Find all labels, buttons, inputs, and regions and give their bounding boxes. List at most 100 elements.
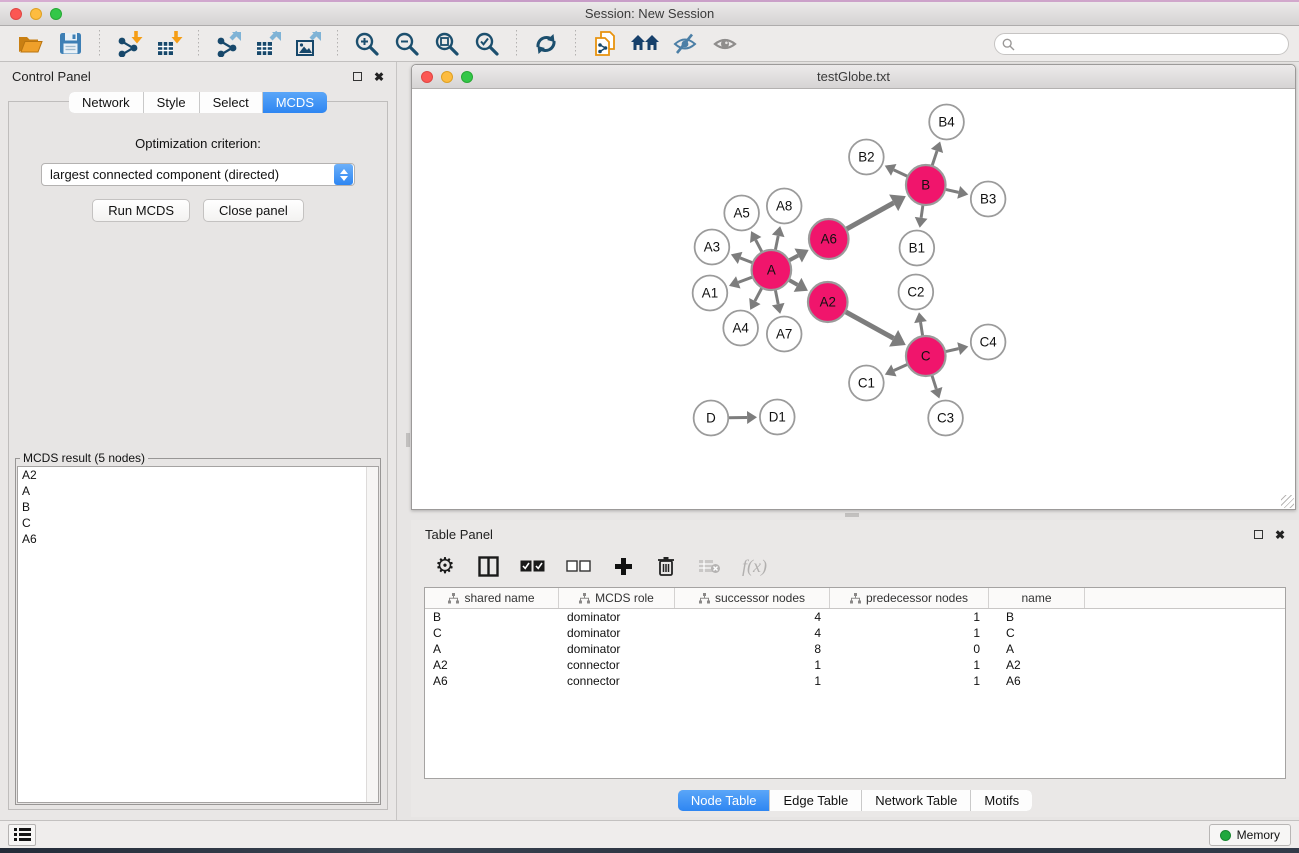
- graph-node-C4[interactable]: C4: [971, 325, 1006, 360]
- graph-node-C1[interactable]: C1: [849, 366, 884, 401]
- column-header-name[interactable]: name: [989, 588, 1085, 608]
- column-header-predecessor-nodes[interactable]: predecessor nodes: [830, 588, 989, 608]
- graph-edge-D-D1[interactable]: [728, 411, 757, 424]
- export-network-button[interactable]: [211, 29, 245, 59]
- graph-node-B2[interactable]: B2: [849, 140, 884, 175]
- task-history-button[interactable]: [8, 824, 36, 846]
- graph-node-A7[interactable]: A7: [767, 317, 802, 352]
- tab-network[interactable]: Network: [69, 92, 143, 113]
- mcds-result-list[interactable]: A2ABCA6: [17, 466, 379, 803]
- graph-edge-A-A6[interactable]: [789, 248, 809, 262]
- close-table-panel-icon[interactable]: ✖: [1275, 528, 1285, 542]
- graph-edge-A-A7[interactable]: [772, 290, 785, 314]
- tab-edge-table[interactable]: Edge Table: [769, 790, 861, 811]
- tab-mcds[interactable]: MCDS: [262, 92, 327, 113]
- refresh-button[interactable]: [529, 29, 563, 59]
- zoom-in-button[interactable]: [350, 29, 384, 59]
- delete-column-button[interactable]: [655, 554, 677, 578]
- table-row[interactable]: Cdominator41C: [425, 625, 1285, 641]
- run-mcds-button[interactable]: Run MCDS: [92, 199, 190, 222]
- column-header-successor-nodes[interactable]: successor nodes: [675, 588, 830, 608]
- network-window-titlebar[interactable]: testGlobe.txt: [412, 65, 1295, 89]
- column-header-MCDS-role[interactable]: MCDS role: [559, 588, 675, 608]
- result-item[interactable]: A: [18, 483, 378, 499]
- zoom-fit-button[interactable]: [430, 29, 464, 59]
- close-panel-button[interactable]: Close panel: [203, 199, 304, 222]
- graph-edge-A-A1[interactable]: [729, 276, 753, 288]
- deselect-all-button[interactable]: [566, 554, 591, 578]
- graph-node-B[interactable]: B: [906, 165, 946, 205]
- network-canvas[interactable]: B4B2BB3A8A5A6A3B1AA1C2A2A4A7C4CC1C3DD1: [412, 89, 1295, 509]
- graph-node-A6[interactable]: A6: [809, 219, 849, 259]
- table-row[interactable]: Adominator80A: [425, 641, 1285, 657]
- graph-node-A1[interactable]: A1: [693, 276, 728, 311]
- zoom-out-button[interactable]: [390, 29, 424, 59]
- graph-edge-C-C3[interactable]: [930, 375, 942, 398]
- open-session-button[interactable]: [13, 29, 47, 59]
- horizontal-scroll-thumb[interactable]: [845, 513, 859, 517]
- memory-button[interactable]: Memory: [1209, 824, 1291, 846]
- graph-node-A3[interactable]: A3: [695, 230, 730, 265]
- graph-edge-A-A8[interactable]: [772, 226, 785, 250]
- table-row[interactable]: Bdominator41B: [425, 609, 1285, 625]
- clone-network-button[interactable]: [588, 29, 622, 59]
- network-graph[interactable]: B4B2BB3A8A5A6A3B1AA1C2A2A4A7C4CC1C3DD1: [412, 89, 1295, 509]
- close-network-window-button[interactable]: [421, 71, 433, 83]
- close-window-button[interactable]: [10, 8, 22, 20]
- graph-edge-A2-C[interactable]: [845, 312, 906, 347]
- table-settings-button[interactable]: ⚙: [434, 554, 456, 578]
- graph-node-C3[interactable]: C3: [928, 401, 963, 436]
- import-network-button[interactable]: [112, 29, 146, 59]
- graph-node-D1[interactable]: D1: [760, 400, 795, 435]
- delete-table-button[interactable]: [698, 554, 721, 578]
- graph-edge-A-A5[interactable]: [750, 231, 762, 252]
- save-session-button[interactable]: [53, 29, 87, 59]
- graph-edge-A-A4[interactable]: [749, 288, 762, 310]
- vertical-scroll-thumb[interactable]: [406, 433, 410, 447]
- graph-edge-A-A3[interactable]: [731, 252, 753, 264]
- tab-node-table[interactable]: Node Table: [678, 790, 770, 811]
- table-row[interactable]: A6connector11A6: [425, 673, 1285, 689]
- minimize-window-button[interactable]: [30, 8, 42, 20]
- zoom-window-button[interactable]: [50, 8, 62, 20]
- export-image-button[interactable]: [291, 29, 325, 59]
- graph-edge-B-B2[interactable]: [885, 164, 908, 177]
- column-visibility-button[interactable]: [477, 554, 499, 578]
- result-scrollbar[interactable]: [366, 467, 378, 802]
- import-table-button[interactable]: [152, 29, 186, 59]
- window-resize-grip[interactable]: [1281, 495, 1294, 508]
- optimization-criterion-select[interactable]: largest connected component (directed): [41, 163, 355, 186]
- result-item[interactable]: B: [18, 499, 378, 515]
- graph-node-C2[interactable]: C2: [899, 275, 934, 310]
- graph-node-B1[interactable]: B1: [900, 231, 935, 266]
- graph-node-A2[interactable]: A2: [808, 282, 848, 322]
- result-item[interactable]: C: [18, 515, 378, 531]
- graph-node-B4[interactable]: B4: [929, 105, 964, 140]
- function-builder-button[interactable]: f(x): [742, 554, 767, 578]
- float-panel-icon[interactable]: [353, 72, 362, 81]
- column-header-shared-name[interactable]: shared name: [425, 588, 559, 608]
- tab-network-table[interactable]: Network Table: [861, 790, 970, 811]
- select-all-button[interactable]: [520, 554, 545, 578]
- graph-node-C[interactable]: C: [906, 336, 946, 376]
- hide-selected-button[interactable]: [668, 29, 702, 59]
- search-input[interactable]: [1019, 35, 1288, 53]
- graph-edge-B-B1[interactable]: [915, 205, 928, 228]
- zoom-selected-button[interactable]: [470, 29, 504, 59]
- export-table-button[interactable]: [251, 29, 285, 59]
- result-item[interactable]: A2: [18, 467, 378, 483]
- graph-edge-A6-B[interactable]: [846, 195, 906, 230]
- graph-edge-C-C4[interactable]: [945, 342, 968, 355]
- homes-button[interactable]: [628, 29, 662, 59]
- table-row[interactable]: A2connector11A2: [425, 657, 1285, 673]
- graph-edge-B-B4[interactable]: [931, 141, 943, 166]
- graph-node-A8[interactable]: A8: [767, 189, 802, 224]
- show-all-button[interactable]: [708, 29, 742, 59]
- tab-style[interactable]: Style: [143, 92, 199, 113]
- tab-motifs[interactable]: Motifs: [970, 790, 1032, 811]
- graph-edge-B-B3[interactable]: [945, 186, 968, 199]
- graph-node-A[interactable]: A: [752, 250, 792, 290]
- graph-node-A5[interactable]: A5: [724, 196, 759, 231]
- tab-select[interactable]: Select: [199, 92, 262, 113]
- zoom-network-window-button[interactable]: [461, 71, 473, 83]
